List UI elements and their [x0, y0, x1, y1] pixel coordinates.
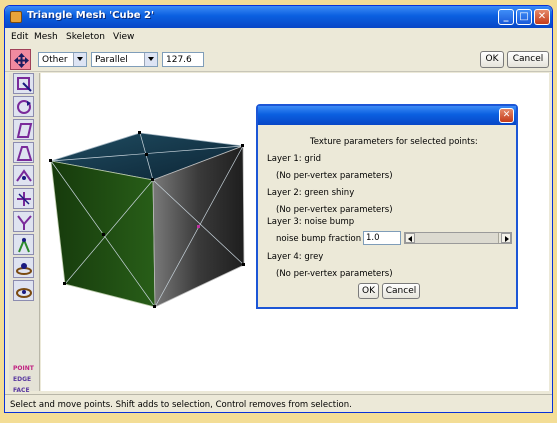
- scale-tool-button[interactable]: [13, 73, 34, 94]
- move-tool-button[interactable]: [10, 49, 31, 70]
- close-icon[interactable]: ✕: [499, 108, 514, 123]
- projection-select-value: Parallel: [95, 55, 128, 65]
- rotate-tool-button[interactable]: [13, 96, 34, 117]
- layer-2-label: Layer 2: green shiny: [267, 188, 355, 198]
- projection-select[interactable]: Parallel: [91, 52, 158, 67]
- close-icon[interactable]: ✕: [534, 9, 550, 25]
- skew-icon: [16, 123, 33, 138]
- edge-mode[interactable]: EDGE: [13, 376, 31, 383]
- view-select-value: Other: [42, 55, 68, 65]
- selected-vertex[interactable]: [197, 225, 200, 228]
- create-vertex-tool-button[interactable]: [13, 234, 34, 255]
- app-icon: [10, 11, 22, 23]
- bevel-tool-button[interactable]: [13, 165, 34, 186]
- face-mode[interactable]: FACE: [13, 387, 30, 394]
- menu-mesh[interactable]: Mesh: [34, 32, 58, 42]
- dialog-cancel-button[interactable]: Cancel: [382, 283, 420, 299]
- menu-skeleton[interactable]: Skeleton: [66, 32, 105, 42]
- menu-bar: Edit Mesh Skeleton View: [5, 28, 552, 46]
- slider-thumb[interactable]: [415, 233, 499, 243]
- bevel-icon: [16, 169, 32, 182]
- add-point-icon: [17, 215, 32, 230]
- noise-bump-fraction-input[interactable]: 1.0: [363, 231, 401, 245]
- texture-parameters-dialog: ✕ Texture parameters for selected points…: [256, 104, 518, 309]
- menu-view[interactable]: View: [113, 32, 134, 42]
- layer-1-note: (No per-vertex parameters): [276, 171, 393, 181]
- layer-4-label: Layer 4: grey: [267, 252, 324, 262]
- rotate-view-icon: [16, 263, 32, 275]
- rotate-icon: [17, 100, 31, 114]
- scale-icon: [17, 77, 32, 92]
- move-view-tool-button[interactable]: [13, 280, 34, 301]
- skew-tool-button[interactable]: [13, 119, 34, 140]
- layer-4-note: (No per-vertex parameters): [276, 269, 393, 279]
- noise-bump-fraction-slider[interactable]: [404, 232, 512, 244]
- title-bar[interactable]: Triangle Mesh 'Cube 2' _ □ ✕: [5, 6, 552, 28]
- window-title: Triangle Mesh 'Cube 2': [27, 10, 155, 21]
- scroll-right-icon[interactable]: [501, 233, 511, 243]
- thicken-icon: [17, 192, 31, 206]
- move-arrows-icon: [14, 53, 29, 68]
- zoom-field[interactable]: 127.6: [162, 52, 204, 67]
- taper-icon: [16, 146, 33, 161]
- add-point-tool-button[interactable]: [13, 211, 34, 232]
- taper-tool-button[interactable]: [13, 142, 34, 163]
- status-bar: Select and move points. Shift adds to se…: [5, 394, 552, 412]
- dialog-ok-button[interactable]: OK: [358, 283, 379, 299]
- move-view-icon: [16, 288, 32, 298]
- tool-palette: POINT EDGE FACE: [9, 73, 40, 394]
- view-select[interactable]: Other: [38, 52, 87, 67]
- cancel-button[interactable]: Cancel: [507, 51, 549, 68]
- minimize-icon[interactable]: _: [498, 9, 514, 25]
- dialog-heading: Texture parameters for selected points:: [310, 137, 478, 147]
- layer-1-label: Layer 1: grid: [267, 154, 322, 164]
- menu-edit[interactable]: Edit: [11, 32, 28, 42]
- maximize-icon[interactable]: □: [516, 9, 532, 25]
- thicken-tool-button[interactable]: [13, 188, 34, 209]
- noise-bump-fraction-label: noise bump fraction: [276, 234, 362, 244]
- chevron-down-icon[interactable]: [73, 53, 86, 66]
- dialog-title-bar[interactable]: ✕: [258, 106, 516, 125]
- toolbar: Other Parallel 127.6 OK Cancel: [5, 46, 552, 72]
- layer-2-note: (No per-vertex parameters): [276, 205, 393, 215]
- create-vertex-icon: [18, 237, 30, 253]
- slider-track[interactable]: [415, 233, 501, 243]
- ok-button[interactable]: OK: [480, 51, 504, 68]
- scroll-left-icon[interactable]: [405, 233, 415, 243]
- chevron-down-icon[interactable]: [144, 53, 157, 66]
- point-mode[interactable]: POINT: [13, 365, 34, 372]
- layer-3-label: Layer 3: noise bump: [267, 217, 355, 227]
- rotate-view-tool-button[interactable]: [13, 257, 34, 278]
- status-text: Select and move points. Shift adds to se…: [10, 400, 352, 410]
